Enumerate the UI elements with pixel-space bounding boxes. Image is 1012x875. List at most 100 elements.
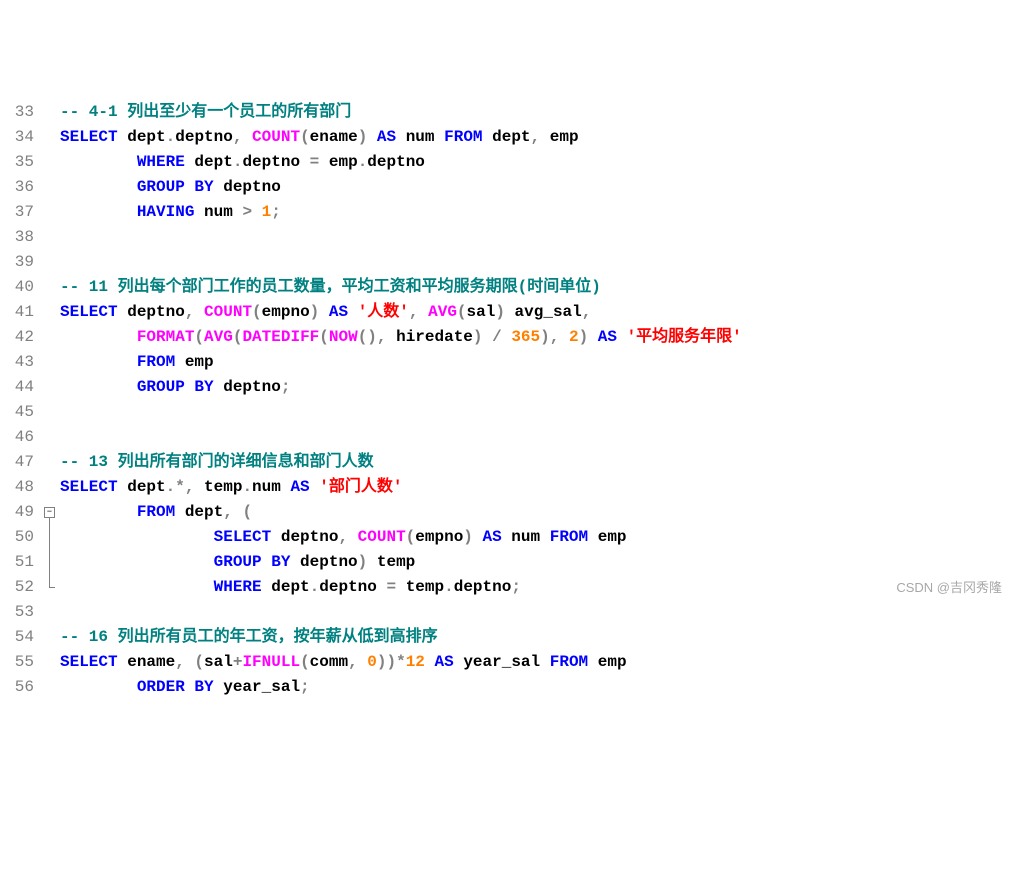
token: deptno: [118, 303, 185, 321]
token: deptno: [175, 128, 233, 146]
code-line[interactable]: SELECT dept.deptno, COUNT(ename) AS num …: [60, 125, 1012, 150]
token: 2: [569, 328, 579, 346]
token: deptno: [319, 578, 386, 596]
token: AVG: [428, 303, 457, 321]
token: [348, 303, 358, 321]
code-line[interactable]: GROUP BY deptno) temp: [60, 550, 1012, 575]
token: ): [463, 528, 482, 546]
token: emp: [550, 128, 579, 146]
token: dept: [118, 478, 166, 496]
token: -- 16 列出所有员工的年工资，按年薪从低到高排序: [60, 628, 438, 646]
token: [60, 378, 137, 396]
token: SELECT: [60, 653, 118, 671]
token: deptno: [242, 153, 309, 171]
token: AS: [598, 328, 617, 346]
line-number: 48: [0, 475, 34, 500]
token: dept: [118, 128, 166, 146]
token: ): [310, 303, 329, 321]
token: dept: [262, 578, 310, 596]
token: FROM: [137, 503, 175, 521]
line-number: 36: [0, 175, 34, 200]
code-line[interactable]: -- 13 列出所有部门的详细信息和部门人数: [60, 450, 1012, 475]
token: empno: [415, 528, 463, 546]
code-line[interactable]: FORMAT(AVG(DATEDIFF(NOW(), hiredate) / 3…: [60, 325, 1012, 350]
token: FORMAT: [137, 328, 195, 346]
code-area[interactable]: -- 4-1 列出至少有一个员工的所有部门SELECT dept.deptno,…: [60, 100, 1012, 700]
token: =: [386, 578, 396, 596]
line-number: 40: [0, 275, 34, 300]
code-line[interactable]: -- 11 列出每个部门工作的员工数量，平均工资和平均服务期限(时间单位): [60, 275, 1012, 300]
token: SELECT: [60, 303, 118, 321]
token: num: [502, 528, 550, 546]
code-line[interactable]: SELECT ename, (sal+IFNULL(comm, 0))*12 A…: [60, 650, 1012, 675]
token: 12: [406, 653, 425, 671]
token: '部门人数': [319, 478, 402, 496]
code-line[interactable]: SELECT deptno, COUNT(empno) AS '人数', AVG…: [60, 300, 1012, 325]
token: SELECT: [60, 478, 118, 496]
code-line[interactable]: -- 4-1 列出至少有一个员工的所有部门: [60, 100, 1012, 125]
token: '人数': [358, 303, 409, 321]
line-number-gutter: 3334353637383940414243444546474849505152…: [0, 100, 42, 700]
code-line[interactable]: FROM dept, (: [60, 500, 1012, 525]
token: (: [194, 328, 204, 346]
code-editor[interactable]: 3334353637383940414243444546474849505152…: [0, 100, 1012, 700]
token: [60, 678, 137, 696]
line-number: 44: [0, 375, 34, 400]
token: AVG: [204, 328, 233, 346]
token: temp: [377, 553, 415, 571]
token: dept: [483, 128, 531, 146]
line-number: 47: [0, 450, 34, 475]
code-line[interactable]: ORDER BY year_sal;: [60, 675, 1012, 700]
code-line[interactable]: [60, 225, 1012, 250]
token: (: [457, 303, 467, 321]
code-line[interactable]: WHERE dept.deptno = emp.deptno: [60, 150, 1012, 175]
code-line[interactable]: -- 16 列出所有员工的年工资，按年薪从低到高排序: [60, 625, 1012, 650]
code-line[interactable]: SELECT dept.*, temp.num AS '部门人数': [60, 475, 1012, 500]
token: GROUP BY: [214, 553, 291, 571]
token: (),: [358, 328, 396, 346]
token: empno: [262, 303, 310, 321]
token: ,: [233, 128, 252, 146]
token: >: [242, 203, 252, 221]
token: ,: [348, 653, 367, 671]
token: '平均服务年限': [627, 328, 742, 346]
token: +: [233, 653, 243, 671]
token: AS: [483, 528, 502, 546]
code-line[interactable]: FROM emp: [60, 350, 1012, 375]
token: 365: [511, 328, 540, 346]
code-line[interactable]: HAVING num > 1;: [60, 200, 1012, 225]
token: deptno: [271, 528, 338, 546]
code-line[interactable]: [60, 250, 1012, 275]
token: COUNT: [204, 303, 252, 321]
token: [425, 653, 435, 671]
token: ))*: [377, 653, 406, 671]
token: [252, 203, 262, 221]
token: ): [358, 553, 377, 571]
token: .*,: [166, 478, 204, 496]
code-line[interactable]: [60, 600, 1012, 625]
token: [60, 528, 214, 546]
code-line[interactable]: [60, 400, 1012, 425]
token: (: [406, 528, 416, 546]
line-number: 55: [0, 650, 34, 675]
token: .: [358, 153, 368, 171]
code-line[interactable]: WHERE dept.deptno = temp.deptno;: [60, 575, 1012, 600]
token: DATEDIFF: [242, 328, 319, 346]
line-number: 45: [0, 400, 34, 425]
code-line[interactable]: GROUP BY deptno;: [60, 375, 1012, 400]
code-line[interactable]: [60, 425, 1012, 450]
token: emp: [175, 353, 213, 371]
token: AS: [377, 128, 396, 146]
code-line[interactable]: SELECT deptno, COUNT(empno) AS num FROM …: [60, 525, 1012, 550]
token: dept: [175, 503, 223, 521]
token: comm: [310, 653, 348, 671]
token: FROM: [550, 653, 588, 671]
token: ): [473, 328, 492, 346]
fold-toggle-icon[interactable]: −: [44, 507, 55, 518]
token: (: [233, 328, 243, 346]
code-line[interactable]: GROUP BY deptno: [60, 175, 1012, 200]
token: ;: [511, 578, 521, 596]
line-number: 46: [0, 425, 34, 450]
token: 0: [367, 653, 377, 671]
token: [60, 153, 137, 171]
